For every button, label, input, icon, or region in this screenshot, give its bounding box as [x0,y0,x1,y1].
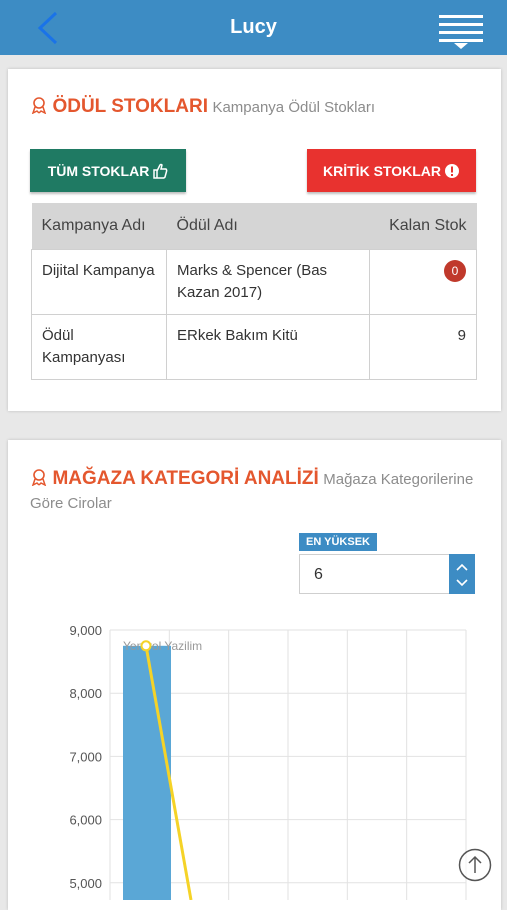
select-label: EN YÜKSEK [299,533,377,551]
critical-stocks-button[interactable]: KRİTİK STOKLAR [307,149,476,192]
critical-stocks-label: KRİTİK STOKLAR [323,162,441,179]
table-row: Ödül Kampanyası ERkek Bakım Kitü 9 [31,314,477,380]
stock-section-title: ÖDÜL STOKLARI Kampanya Ödül Stokları [30,96,375,118]
thumbs-up-icon [153,163,168,179]
category-title: MAĞAZA KATEGORİ ANALİZİ [52,468,319,489]
col-campaign: Kampanya Adı [31,203,167,250]
spinner-icon[interactable] [449,554,475,594]
select-value: 6 [314,566,323,583]
scroll-to-top-icon[interactable] [458,848,492,882]
award-icon [31,469,47,486]
cell-reward: Marks & Spencer (Bas Kazan 2017) [166,249,370,315]
app-title: Lucy [230,16,277,38]
stock-subtitle: Kampanya Ödül Stokları [212,99,376,116]
top-count-select[interactable]: 6 [299,554,475,594]
y-tick-label: 8,000 [69,686,102,701]
award-icon [31,97,47,114]
cell-stock: 9 [369,314,477,380]
col-reward: Ödül Adı [166,203,370,250]
stock-title: ÖDÜL STOKLARI [52,96,208,117]
col-stock: Kalan Stok [369,203,477,250]
stock-badge: 0 [444,260,466,282]
cell-campaign: Ödül Kampanyası [31,314,167,380]
menu-icon[interactable] [439,13,483,49]
category-section-title: MAĞAZA KATEGORİ ANALİZİ Mağaza Kategoril… [30,467,480,516]
top-bar: Lucy [0,0,507,55]
cell-stock: 0 [369,249,477,315]
cell-reward: ERkek Bakım Kitü [166,314,370,380]
line-point [140,640,152,652]
all-stocks-label: TÜM STOKLAR [47,162,150,179]
y-tick-label: 9,000 [69,623,102,638]
y-tick-label: 6,000 [69,813,102,828]
y-tick-label: 5,000 [69,876,102,891]
alert-circle-icon [444,163,459,178]
category-label: Yeniyol Yazilim [123,639,202,653]
table-header: Kampanya Adı Ödül Adı Kalan Stok [31,203,477,250]
all-stocks-button[interactable]: TÜM STOKLAR [30,149,186,192]
table-row: Dijital Kampanya Marks & Spencer (Bas Ka… [31,249,477,315]
stock-table: Kampanya Adı Ödül Adı Kalan Stok Dijital… [31,203,477,380]
cell-campaign: Dijital Kampanya [31,249,167,315]
bar [123,645,171,900]
category-chart: 9,000 8,000 7,000 6,000 5,000 Yeniyol Yazilim [69,623,467,900]
reward-stock-card: ÖDÜL STOKLARI Kampanya Ödül Stokları TÜM… [8,69,501,411]
y-tick-label: 7,000 [69,749,102,764]
